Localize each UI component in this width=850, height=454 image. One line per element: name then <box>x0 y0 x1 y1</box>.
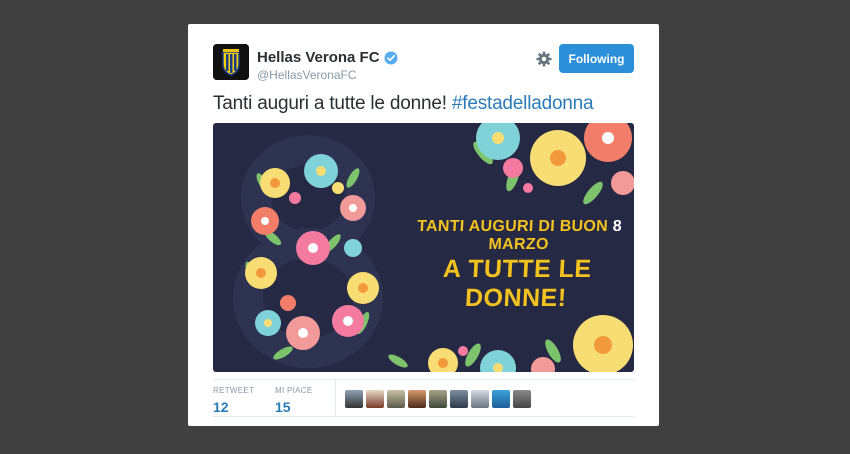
stats-bottom-divider <box>213 416 634 417</box>
display-name[interactable]: Hellas Verona FC <box>257 49 398 66</box>
liker-avatar[interactable] <box>513 390 531 408</box>
promo-line-1: TANTI AUGURI DI BUON 8 MARZO <box>402 218 634 254</box>
club-crest-icon <box>213 44 249 80</box>
tweet-text-body: Tanti auguri a tutte le donne! <box>213 93 452 114</box>
tweet-media-image[interactable]: TANTI AUGURI DI BUON 8 MARZO A TUTTE LE … <box>213 123 634 372</box>
retweet-count[interactable]: 12 <box>213 399 254 415</box>
liker-avatar[interactable] <box>450 390 468 408</box>
promo-line-1-number: 8 <box>612 218 623 235</box>
retweet-label: RETWEET <box>213 386 255 395</box>
liker-avatar[interactable] <box>387 390 405 408</box>
promo-line-1-post: MARZO <box>488 236 550 253</box>
promo-line-1-pre: TANTI AUGURI DI BUON <box>416 218 614 235</box>
promo-line-2: A TUTTE LE DONNE! <box>442 255 593 312</box>
floral-bottom-right <box>388 315 633 372</box>
liker-avatar[interactable] <box>366 390 384 408</box>
tweet-card: Hellas Verona FC @HellasVeronaFC Followi… <box>188 24 659 426</box>
following-button[interactable]: Following <box>559 44 634 73</box>
liker-avatar[interactable] <box>471 390 489 408</box>
profile-avatar[interactable] <box>213 44 249 80</box>
liker-avatar[interactable] <box>429 390 447 408</box>
like-count[interactable]: 15 <box>275 399 313 415</box>
gear-icon[interactable] <box>535 50 553 68</box>
liker-avatar[interactable] <box>492 390 510 408</box>
tweet-text: Tanti auguri a tutte le donne! #festadel… <box>213 93 594 115</box>
display-name-text[interactable]: Hellas Verona FC <box>257 49 380 66</box>
stats-top-divider <box>213 379 634 380</box>
floral-top-right <box>473 123 634 205</box>
retweet-stat[interactable]: RETWEET 12 <box>213 386 254 415</box>
hashtag-link[interactable]: #festadelladonna <box>452 93 594 114</box>
liker-avatar[interactable] <box>345 390 363 408</box>
like-stat[interactable]: MI PIACE 15 <box>275 386 313 415</box>
liker-avatars <box>345 390 531 408</box>
like-label: MI PIACE <box>275 386 313 395</box>
promo-text: TANTI AUGURI DI BUON 8 MARZO A TUTTE LE … <box>399 218 634 313</box>
verified-badge-icon <box>384 51 398 65</box>
user-handle[interactable]: @HellasVeronaFC <box>257 68 357 82</box>
stats-separator <box>335 379 336 415</box>
liker-avatar[interactable] <box>408 390 426 408</box>
floral-eight <box>233 135 383 368</box>
